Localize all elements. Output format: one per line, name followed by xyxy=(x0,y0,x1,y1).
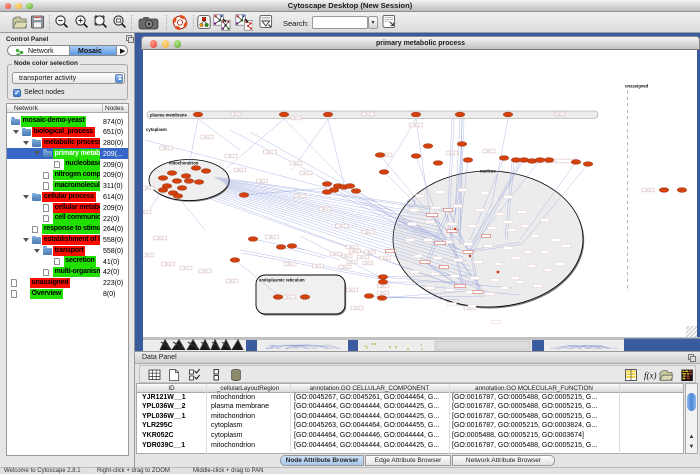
svg-text:[G.]: [G.] xyxy=(164,146,169,150)
svg-text:[G.]: [G.] xyxy=(166,262,171,266)
svg-text:[G.]: [G.] xyxy=(203,269,208,273)
svg-text:[G.]: [G.] xyxy=(234,112,239,116)
svg-text:[G.]: [G.] xyxy=(323,207,328,211)
svg-text:[G.]: [G.] xyxy=(345,254,350,258)
svg-text:[G.]: [G.] xyxy=(414,123,419,127)
svg-text:[G.]: [G.] xyxy=(229,154,234,158)
svg-text:[G.]: [G.] xyxy=(184,266,189,270)
svg-text:[G.]: [G.] xyxy=(334,252,339,256)
svg-text:[G.]: [G.] xyxy=(366,230,371,234)
svg-text:[G.]: [G.] xyxy=(355,306,360,310)
svg-text:cytoplasm: cytoplasm xyxy=(146,127,167,132)
svg-text:[G.]: [G.] xyxy=(381,291,386,295)
svg-text:[G.]: [G.] xyxy=(230,279,235,283)
svg-text:[G.]: [G.] xyxy=(381,284,386,288)
svg-text:[G.]: [G.] xyxy=(343,265,348,269)
svg-text:[G.]: [G.] xyxy=(146,186,151,190)
svg-text:plasma membrane: plasma membrane xyxy=(150,113,187,118)
svg-text:[G.]: [G.] xyxy=(361,255,366,259)
svg-text:[G.]: [G.] xyxy=(350,260,355,264)
svg-text:[G.]: [G.] xyxy=(294,116,299,120)
svg-text:[G.]: [G.] xyxy=(205,135,210,139)
svg-text:[G.]: [G.] xyxy=(366,112,371,116)
svg-text:[G.]: [G.] xyxy=(368,250,373,254)
svg-text:[G.]: [G.] xyxy=(558,112,563,116)
svg-text:endoplasmic reticulum: endoplasmic reticulum xyxy=(259,278,305,283)
svg-text:[G.]: [G.] xyxy=(646,188,651,192)
svg-text:f(x): f(x) xyxy=(644,371,657,381)
svg-text:[G.]: [G.] xyxy=(340,224,345,228)
svg-text:nucleus: nucleus xyxy=(480,169,496,174)
svg-text:[G.]: [G.] xyxy=(316,264,321,268)
svg-text:[G.]: [G.] xyxy=(383,256,388,260)
svg-text:[G.]: [G.] xyxy=(294,161,299,165)
svg-text:[G.]: [G.] xyxy=(487,149,492,153)
svg-text:unassigned: unassigned xyxy=(625,84,649,89)
svg-text:[G.]: [G.] xyxy=(304,171,309,175)
svg-text:[G.]: [G.] xyxy=(350,288,355,292)
svg-text:[G.]: [G.] xyxy=(158,236,163,240)
svg-text:[G.]: [G.] xyxy=(268,150,273,154)
svg-text:[G.]: [G.] xyxy=(288,262,293,266)
svg-text:[G.]: [G.] xyxy=(287,295,292,299)
svg-text:[G.]: [G.] xyxy=(366,261,371,265)
svg-text:[G.]: [G.] xyxy=(270,235,275,239)
svg-text:[G.]: [G.] xyxy=(298,194,303,198)
svg-text:[G.]: [G.] xyxy=(260,179,265,183)
svg-text:[G.]: [G.] xyxy=(450,151,455,155)
svg-text:[G.]: [G.] xyxy=(143,210,148,214)
svg-text:[G.]: [G.] xyxy=(353,249,358,253)
svg-text:mitochondrion: mitochondrion xyxy=(169,161,199,166)
svg-text:[G.]: [G.] xyxy=(146,253,151,257)
svg-text:[G.]: [G.] xyxy=(238,168,243,172)
